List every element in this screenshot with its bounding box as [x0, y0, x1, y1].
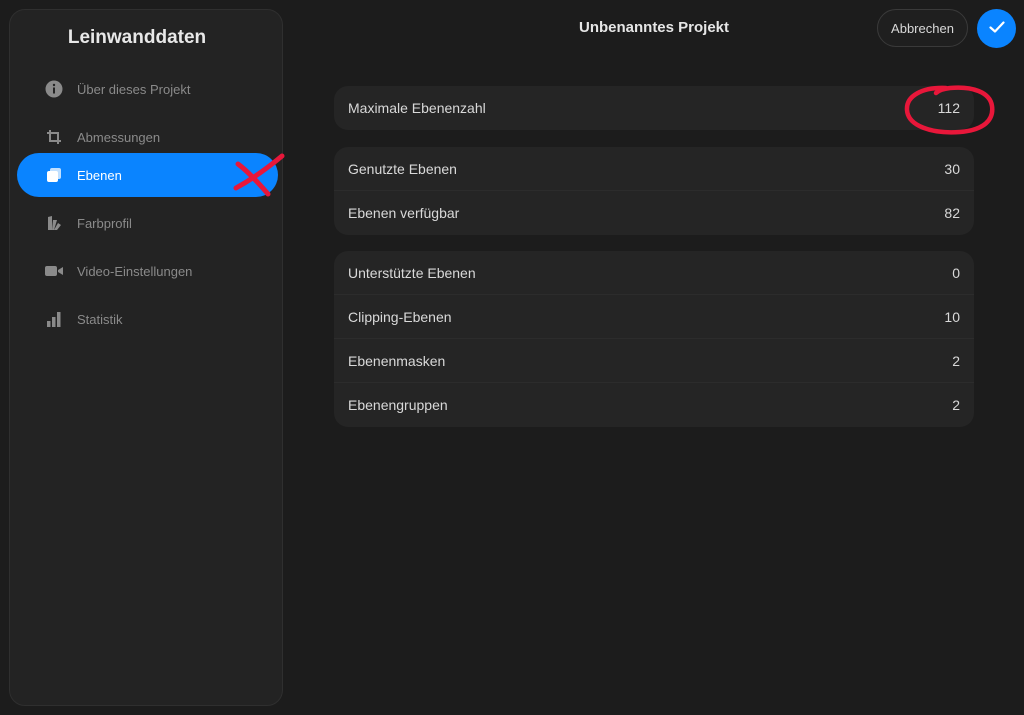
crop-icon — [45, 128, 63, 146]
row-value: 0 — [952, 264, 960, 281]
used-layers-group: Genutzte Ebenen 30 Ebenen verfügbar 82 — [334, 147, 974, 235]
sidebar-item-about-project[interactable]: Über dieses Projekt — [17, 67, 277, 111]
cancel-button[interactable]: Abbrechen — [877, 9, 968, 47]
table-row: Clipping-Ebenen 10 — [334, 295, 974, 339]
row-label: Genutzte Ebenen — [348, 160, 457, 177]
sidebar-item-label: Über dieses Projekt — [77, 81, 191, 97]
row-label: Ebenengruppen — [348, 397, 448, 413]
row-value: 112 — [937, 100, 960, 116]
sidebar-item-color-profile[interactable]: Farbprofil — [17, 201, 277, 245]
row-value: 82 — [944, 205, 960, 221]
row-label: Unterstützte Ebenen — [348, 264, 476, 281]
confirm-button[interactable] — [977, 9, 1016, 48]
row-value: 2 — [952, 352, 960, 369]
layers-icon — [45, 166, 63, 184]
row-label: Ebenenmasken — [348, 352, 446, 369]
sidebar-item-label: Statistik — [77, 311, 123, 327]
sidebar-title: Leinwanddaten — [67, 27, 207, 48]
table-row: Ebenen verfügbar 82 — [334, 191, 974, 235]
bar-chart-icon — [45, 310, 63, 328]
sidebar-item-statistics[interactable]: Statistik — [17, 297, 277, 341]
project-title: Unbenanntes Projekt — [578, 19, 730, 36]
row-value: 2 — [952, 397, 960, 413]
row-label: Maximale Ebenenzahl — [348, 100, 486, 116]
color-profile-icon — [45, 214, 63, 232]
sidebar-item-label: Ebenen — [77, 167, 122, 183]
sidebar-item-label: Video-Einstellungen — [77, 263, 193, 279]
table-row: Genutzte Ebenen 30 — [334, 147, 974, 191]
row-label: Ebenen verfügbar — [348, 205, 460, 221]
sidebar-item-label: Abmessungen — [77, 129, 161, 145]
info-icon — [45, 80, 63, 98]
row-value: 10 — [944, 308, 960, 325]
sidebar-item-video-settings[interactable]: Video-Einstellungen — [17, 249, 277, 293]
canvas-info-screen: Leinwanddaten Über dieses Projekt Abmess… — [0, 0, 1024, 715]
row-value: 30 — [944, 160, 960, 177]
table-row: Unterstützte Ebenen 0 — [334, 251, 974, 295]
sidebar-item-layers[interactable]: Ebenen — [17, 153, 278, 197]
table-row: Maximale Ebenenzahl 112 — [334, 86, 974, 130]
row-label: Clipping-Ebenen — [348, 308, 452, 325]
table-row: Ebenengruppen 2 — [334, 383, 974, 427]
checkmark-icon — [988, 21, 1005, 36]
sidebar-item-label: Farbprofil — [77, 215, 132, 231]
sidebar: Leinwanddaten Über dieses Projekt Abmess… — [9, 9, 283, 706]
video-camera-icon — [45, 262, 63, 280]
layer-types-group: Unterstützte Ebenen 0 Clipping-Ebenen 10… — [334, 251, 974, 427]
max-layers-group: Maximale Ebenenzahl 112 — [334, 86, 974, 130]
table-row: Ebenenmasken 2 — [334, 339, 974, 383]
